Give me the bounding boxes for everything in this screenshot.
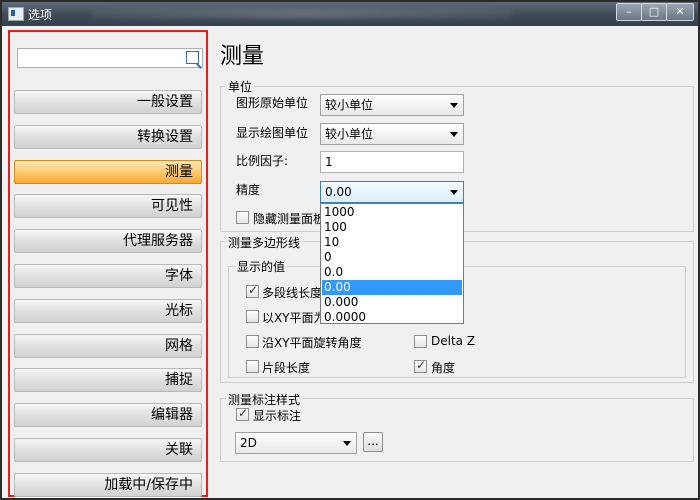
options-window: 选项 – □ ✕ 一般设置 转换设置 测量 可见性 代理服务器 字体 光标 网格 捕捉 编辑器 关联… bbox=[0, 0, 700, 500]
precision-option[interactable]: 1000 bbox=[322, 205, 462, 220]
sidebar-item-9[interactable]: 编辑器 bbox=[14, 403, 202, 428]
xy-rotation-label: 沿XY平面旋转角度 bbox=[262, 336, 362, 350]
title-bar-blurred-text bbox=[92, 9, 512, 19]
angle-checkbox[interactable] bbox=[414, 358, 427, 373]
precision-option[interactable]: 0.0 bbox=[322, 265, 462, 280]
precision-option[interactable]: 100 bbox=[322, 220, 462, 235]
precision-label: 精度 bbox=[236, 183, 261, 197]
precision-option[interactable]: 10 bbox=[322, 235, 462, 250]
sidebar-item-0[interactable]: 一般设置 bbox=[14, 90, 202, 114]
chevron-down-icon bbox=[450, 132, 458, 137]
chevron-down-icon bbox=[450, 190, 458, 195]
xy-plane-checkbox[interactable] bbox=[246, 310, 259, 323]
precision-value: 0.00 bbox=[325, 185, 352, 199]
search-input[interactable] bbox=[17, 48, 203, 68]
show-annotation-checkbox[interactable] bbox=[236, 406, 249, 421]
segment-length-checkbox[interactable] bbox=[246, 360, 259, 373]
sidebar-item-11[interactable]: 加载中/保存中 bbox=[14, 472, 202, 497]
chevron-down-icon bbox=[343, 441, 351, 446]
sidebar-item-7[interactable]: 网格 bbox=[14, 333, 202, 358]
sidebar: 一般设置转换设置测量可见性代理服务器字体光标网格捕捉编辑器关联加载中/保存中 bbox=[8, 30, 208, 497]
xy-rotation-checkbox[interactable] bbox=[246, 335, 259, 348]
precision-option[interactable]: 0 bbox=[322, 250, 462, 265]
sidebar-item-3[interactable]: 可见性 bbox=[14, 194, 202, 219]
original-unit-label: 图形原始单位 bbox=[236, 96, 309, 110]
show-annotation-label: 显示标注 bbox=[253, 409, 302, 423]
more-options-button[interactable]: ... bbox=[363, 432, 383, 452]
xy-plane-label: 以XY平面为 bbox=[262, 311, 326, 325]
delta-z-label: Delta Z bbox=[431, 334, 476, 348]
hide-panel-label: 隐藏测量面板 bbox=[253, 212, 326, 226]
polyline-group-label: 测量多边形线 bbox=[226, 234, 303, 251]
sidebar-item-4[interactable]: 代理服务器 bbox=[14, 229, 202, 254]
precision-option[interactable]: 0.0000 bbox=[322, 310, 462, 325]
segment-length-label: 片段长度 bbox=[262, 361, 311, 375]
chevron-down-icon bbox=[450, 103, 458, 108]
precision-option[interactable]: 0.000 bbox=[322, 295, 462, 310]
delta-z-checkbox[interactable] bbox=[414, 335, 427, 348]
page-title: 测量 bbox=[220, 44, 265, 69]
minimize-button[interactable]: – bbox=[616, 3, 642, 21]
sidebar-item-6[interactable]: 光标 bbox=[14, 298, 202, 323]
display-unit-select[interactable]: 较小单位 bbox=[320, 123, 464, 145]
precision-dropdown-list: 1000 100 10 0 0.0 0.00 0.000 0.0000 bbox=[320, 203, 464, 324]
sidebar-item-10[interactable]: 关联 bbox=[14, 438, 202, 462]
display-values-label: 显示的值 bbox=[235, 258, 288, 275]
search-icon[interactable] bbox=[186, 51, 199, 64]
sidebar-item-5[interactable]: 字体 bbox=[14, 264, 202, 288]
scale-factor-label: 比例因子: bbox=[236, 154, 289, 168]
window-title: 选项 bbox=[28, 8, 53, 22]
title-bar[interactable]: 选项 – □ ✕ bbox=[2, 2, 698, 26]
display-unit-label: 显示绘图单位 bbox=[236, 126, 309, 140]
original-unit-value: 较小单位 bbox=[325, 98, 374, 112]
polyline-length-label: 多段线长度 bbox=[262, 286, 323, 300]
precision-select[interactable]: 0.00 bbox=[320, 181, 464, 203]
sidebar-item-2[interactable]: 测量 bbox=[14, 159, 202, 184]
units-group-label: 单位 bbox=[226, 78, 255, 95]
scale-factor-input[interactable]: 1 bbox=[320, 151, 464, 173]
maximize-button[interactable]: □ bbox=[641, 3, 667, 21]
hide-panel-checkbox[interactable] bbox=[236, 211, 249, 224]
close-button[interactable]: ✕ bbox=[666, 3, 694, 21]
sidebar-item-1[interactable]: 转换设置 bbox=[14, 124, 202, 149]
polyline-length-checkbox[interactable] bbox=[246, 283, 259, 298]
sidebar-item-8[interactable]: 捕捉 bbox=[14, 368, 202, 393]
app-icon bbox=[8, 7, 24, 21]
display-unit-value: 较小单位 bbox=[325, 127, 374, 141]
annotation-style-value: 2D bbox=[240, 436, 257, 450]
original-unit-select[interactable]: 较小单位 bbox=[320, 94, 464, 116]
precision-option[interactable]: 0.00 bbox=[322, 280, 462, 295]
angle-label: 角度 bbox=[431, 361, 456, 375]
annotation-style-select[interactable]: 2D bbox=[235, 432, 357, 454]
